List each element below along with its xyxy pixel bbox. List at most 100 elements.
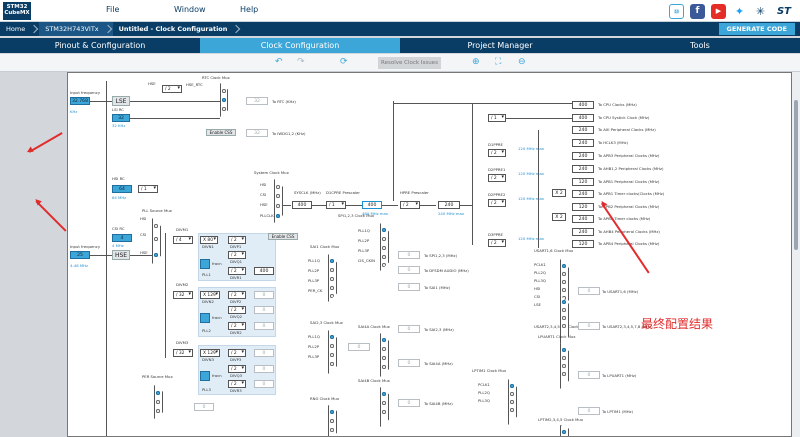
redo-icon[interactable]: ↷ — [297, 57, 305, 67]
scrollbar-thumb[interactable] — [794, 100, 798, 250]
lptim1-clock-mux[interactable] — [508, 379, 517, 425]
pll-source-mux[interactable] — [152, 218, 161, 264]
fit-icon[interactable]: ⛶ — [495, 57, 501, 67]
network-icon[interactable]: ✳ — [753, 3, 768, 19]
youtube-icon[interactable]: ▶ — [711, 3, 726, 19]
rtc-clock-mux[interactable] — [220, 83, 228, 117]
twitter-icon[interactable]: ✦ — [732, 3, 747, 19]
divp2-select[interactable]: / 2 — [228, 291, 246, 299]
divm1-select[interactable]: / 4 — [173, 236, 193, 244]
per-source-mux[interactable] — [154, 385, 163, 419]
hsi-divider[interactable]: / 1 — [138, 185, 158, 193]
zoom-out-icon[interactable]: ⊖ — [518, 57, 526, 67]
pll1-multiplier[interactable]: X 80 — [200, 236, 218, 244]
divq3-select[interactable]: / 2 — [228, 365, 246, 373]
facebook-icon[interactable]: f — [690, 3, 705, 19]
d3ppre-select[interactable]: / 2 — [488, 239, 506, 247]
spi-clock-mux[interactable] — [380, 223, 389, 271]
output-value[interactable]: 120 — [572, 178, 594, 186]
sysclk-label: SYSCLK (MHz) — [294, 190, 321, 195]
output-value[interactable]: 240 — [572, 139, 594, 147]
divp1-select[interactable]: / 2 — [228, 236, 246, 244]
d1cpre-select[interactable]: / 1 — [326, 201, 346, 209]
usart1-in-hsi: HSI — [534, 286, 541, 291]
tab-clock-configuration[interactable]: Clock Configuration — [200, 38, 400, 53]
resolve-clock-issues-button[interactable]: Resolve Clock Issues — [378, 57, 441, 69]
cpu-divider[interactable]: / 1 — [488, 114, 506, 122]
d1-frequency[interactable]: 400 — [362, 201, 382, 209]
divr3-select[interactable]: / 2 — [228, 380, 246, 388]
sai4a-clock-mux[interactable] — [380, 333, 389, 377]
lptim1-output: 0 — [578, 407, 600, 415]
output-value[interactable]: 120 — [572, 203, 594, 211]
output-label: To APB1 Timer clocks(Clocks (MHz) — [598, 191, 665, 196]
sai1-in-per-ck: PER_CK — [308, 288, 323, 293]
pll3-multiplier[interactable]: X 129 — [200, 349, 220, 357]
divr2-select[interactable]: / 2 — [228, 322, 246, 330]
st-logo-icon[interactable]: ST — [774, 3, 794, 19]
menu-window[interactable]: Window — [174, 5, 206, 14]
anniversary-icon[interactable]: ⑩ — [669, 3, 684, 19]
brand-icons: ⑩ f ▶ ✦ ✳ ST — [669, 3, 794, 19]
d2ppre2-select[interactable]: / 2 — [488, 199, 506, 207]
pll2-fracn[interactable] — [200, 313, 210, 323]
d2ppre1-select[interactable]: / 2 — [488, 174, 506, 182]
divm2-select[interactable]: / 32 — [173, 291, 193, 299]
pll1-fracn[interactable] — [200, 259, 210, 269]
hse-input-frequency[interactable]: 25 — [70, 251, 90, 259]
enable-css-hse-button[interactable]: Enable CSS — [268, 233, 298, 240]
tab-project-manager[interactable]: Project Manager — [400, 38, 600, 53]
undo-icon[interactable]: ↶ — [275, 57, 283, 67]
divq2-select[interactable]: / 2 — [228, 306, 246, 314]
output-value[interactable]: 240 — [572, 152, 594, 160]
divp3-label: DIVP3 — [230, 357, 242, 362]
lptim2-clock-mux[interactable] — [560, 425, 569, 436]
sys-mux-in-hsi: HSI — [260, 182, 267, 187]
d2ppre2-max: 120 MHz max — [518, 196, 545, 201]
zoom-in-icon[interactable]: ⊕ — [472, 57, 480, 67]
output-value[interactable]: 400 — [572, 114, 594, 122]
divq1-select[interactable]: / 2 — [228, 251, 246, 259]
lse-input-frequency[interactable]: 32.768 — [70, 97, 90, 105]
spi-mux-label: SPI1,2,3 Clock Mux — [338, 213, 375, 218]
breadcrumb-device[interactable]: STM32H743VITx — [39, 22, 113, 36]
sai1-clock-mux[interactable] — [328, 254, 337, 302]
output-value[interactable]: 240 — [572, 215, 594, 223]
divm3-select[interactable]: / 32 — [173, 349, 193, 357]
pll3-fracn[interactable] — [200, 371, 210, 381]
rng-clock-mux[interactable] — [328, 405, 337, 436]
sai4b-clock-mux[interactable] — [380, 387, 389, 427]
output-value[interactable]: 400 — [572, 101, 594, 109]
system-clock-mux[interactable] — [274, 179, 283, 223]
lpuart1-clock-mux[interactable] — [560, 343, 569, 389]
hse-rtc-divider[interactable]: / 2 — [162, 85, 182, 93]
output-value[interactable]: 120 — [572, 240, 594, 248]
divr1-select[interactable]: / 2 — [228, 267, 246, 275]
hse-block[interactable]: HSE — [112, 250, 130, 260]
pll3p-output: 0 — [254, 349, 274, 357]
generate-code-button[interactable]: GENERATE CODE — [718, 23, 795, 35]
sysclk-value[interactable]: 400 — [292, 201, 312, 209]
stm32cubemx-logo[interactable]: STM32 CubeMX — [3, 2, 31, 20]
hclk-value[interactable]: 240 — [438, 201, 460, 209]
refresh-icon[interactable]: ⟳ — [340, 57, 348, 67]
menu-help[interactable]: Help — [240, 5, 258, 14]
lse-block[interactable]: LSE — [112, 96, 130, 106]
sai23-mux-label: SAI2,3 Clock Mux — [310, 320, 343, 325]
output-value[interactable]: 240 — [572, 165, 594, 173]
breadcrumb-home[interactable]: Home — [0, 22, 39, 36]
enable-css-lse-button[interactable]: Enable CSS — [206, 129, 236, 136]
tab-tools[interactable]: Tools — [600, 38, 800, 53]
sai23-clock-mux[interactable] — [328, 330, 337, 374]
output-value[interactable]: 240 — [572, 190, 594, 198]
output-value[interactable]: 240 — [572, 228, 594, 236]
tab-pinout[interactable]: Pinout & Configuration — [0, 38, 200, 53]
divp3-select[interactable]: / 2 — [228, 349, 246, 357]
spi-in-pll1q: PLL1Q — [358, 228, 370, 233]
menu-file[interactable]: File — [106, 5, 119, 14]
breadcrumb-current[interactable]: Untitled - Clock Configuration — [113, 22, 242, 36]
d1ppre-select[interactable]: / 2 — [488, 149, 506, 157]
output-value[interactable]: 240 — [572, 126, 594, 134]
pll2-multiplier[interactable]: X 129 — [200, 291, 220, 299]
hpre-select[interactable]: / 2 — [400, 201, 420, 209]
